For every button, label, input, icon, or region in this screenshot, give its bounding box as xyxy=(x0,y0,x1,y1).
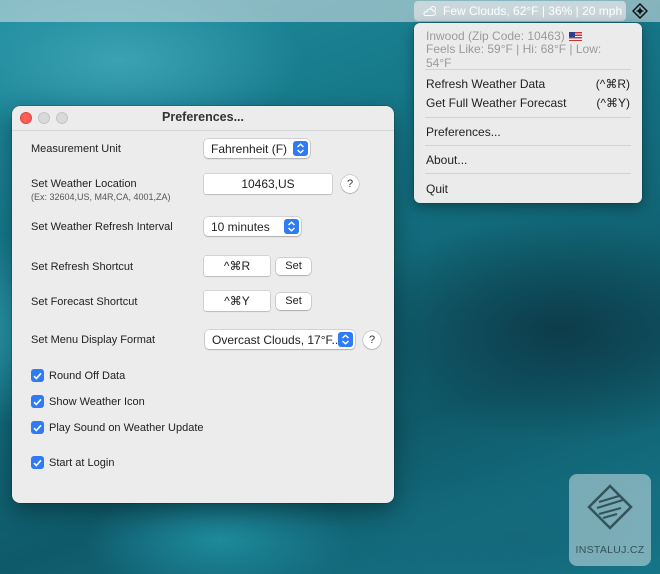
menu-separator xyxy=(425,117,631,118)
refresh-interval-label: Set Weather Refresh Interval xyxy=(31,221,173,233)
display-format-label: Set Menu Display Format xyxy=(31,334,156,346)
menu-item-quit[interactable]: Quit xyxy=(426,180,630,198)
chevron-updown-icon xyxy=(284,219,299,234)
display-format-help-button[interactable]: ? xyxy=(363,331,381,349)
menu-separator xyxy=(425,173,631,174)
menu-item-refresh-weather[interactable]: Refresh Weather Data (^⌘R) xyxy=(426,75,630,93)
refresh-shortcut-label: Set Refresh Shortcut xyxy=(31,261,134,273)
feels-like-info: Feels Like: 59°F | Hi: 68°F | Low: 54°F xyxy=(426,42,602,70)
checkmark-icon xyxy=(31,421,44,434)
round-off-data-checkbox[interactable]: Round Off Data xyxy=(31,369,125,382)
watermark-badge: INSTALUJ.CZ xyxy=(569,474,651,566)
weather-location-hint: (Ex: 32604,US, M4R,CA, 4001,ZA) xyxy=(31,192,171,202)
menu-separator xyxy=(425,69,631,70)
menu-bar: Few Clouds, 62°F | 36% | 20 mph xyxy=(0,0,660,22)
forecast-shortcut-label: Set Forecast Shortcut xyxy=(31,296,138,308)
chevron-updown-icon xyxy=(338,332,353,347)
menu-item-about[interactable]: About... xyxy=(426,151,630,169)
us-flag-icon xyxy=(568,32,582,41)
watermark-logo-icon xyxy=(587,484,633,530)
app-menu-icon[interactable] xyxy=(632,3,648,19)
start-at-login-checkbox[interactable]: Start at Login xyxy=(31,456,114,469)
display-format-select[interactable]: Overcast Clouds, 17°F... xyxy=(205,330,355,349)
menu-item-preferences[interactable]: Preferences... xyxy=(426,123,630,141)
weather-status-item[interactable]: Few Clouds, 62°F | 36% | 20 mph xyxy=(414,1,626,21)
chevron-updown-icon xyxy=(293,141,308,156)
title-bar[interactable]: Preferences... xyxy=(12,106,394,130)
checkmark-icon xyxy=(31,369,44,382)
refresh-interval-select[interactable]: 10 minutes xyxy=(204,217,301,236)
checkmark-icon xyxy=(31,456,44,469)
title-separator xyxy=(12,130,394,131)
set-refresh-shortcut-button[interactable]: Set xyxy=(276,258,311,275)
set-forecast-shortcut-button[interactable]: Set xyxy=(276,293,311,310)
forecast-shortcut-field[interactable]: ^⌘Y xyxy=(204,291,270,311)
weather-location-input[interactable]: 10463,US xyxy=(204,174,332,194)
weather-status-text: Few Clouds, 62°F | 36% | 20 mph xyxy=(443,4,623,18)
measurement-unit-select[interactable]: Fahrenheit (F) xyxy=(204,139,310,158)
menu-separator xyxy=(425,145,631,146)
checkmark-icon xyxy=(31,395,44,408)
window-title: Preferences... xyxy=(162,110,244,124)
show-weather-icon-checkbox[interactable]: Show Weather Icon xyxy=(31,395,145,408)
preferences-window: Preferences... Measurement Unit Fahrenhe… xyxy=(12,106,394,503)
location-help-button[interactable]: ? xyxy=(341,175,359,193)
play-sound-checkbox[interactable]: Play Sound on Weather Update xyxy=(31,421,204,434)
weather-location-label: Set Weather Location xyxy=(31,178,137,190)
measurement-unit-label: Measurement Unit xyxy=(31,143,121,155)
watermark-text: INSTALUJ.CZ xyxy=(575,544,645,556)
refresh-shortcut-field[interactable]: ^⌘R xyxy=(204,256,270,276)
cloud-sun-icon xyxy=(423,6,436,16)
weather-dropdown-menu: Inwood (Zip Code: 10463) Feels Like: 59°… xyxy=(414,23,642,203)
menu-item-full-forecast[interactable]: Get Full Weather Forecast (^⌘Y) xyxy=(426,94,630,112)
